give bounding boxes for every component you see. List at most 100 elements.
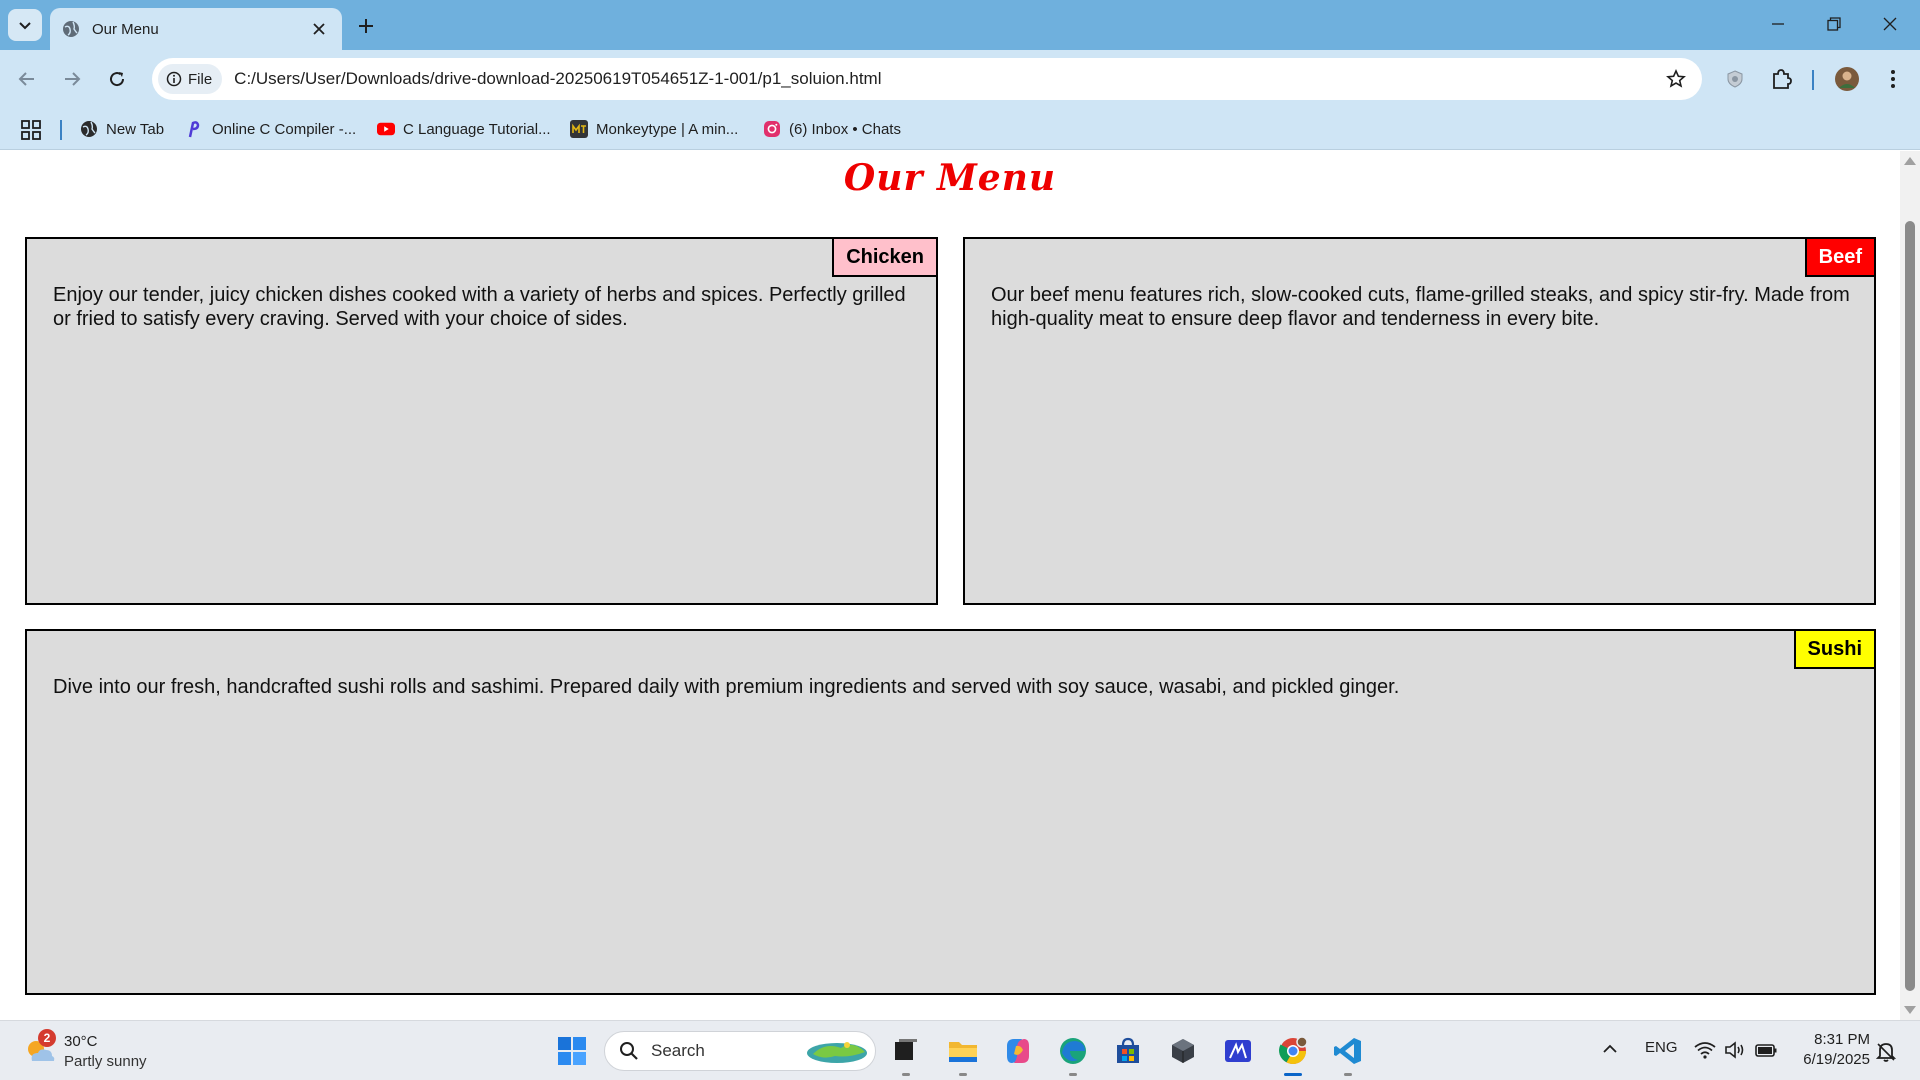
- wifi-icon[interactable]: [1694, 1041, 1716, 1059]
- chevron-up-icon[interactable]: [1602, 1043, 1618, 1055]
- bookmark-star-button[interactable]: [1658, 61, 1694, 97]
- bookmarks-bar: New Tab Online C Compiler -... C Languag…: [0, 108, 1920, 150]
- restore-icon: [1827, 17, 1841, 31]
- weather-badge: 2: [38, 1029, 56, 1047]
- close-icon: [1883, 17, 1897, 31]
- weather-description: Partly sunny: [64, 1053, 147, 1070]
- shield-extension-button[interactable]: [1718, 62, 1752, 96]
- start-button[interactable]: [551, 1030, 593, 1072]
- page-viewport: Our Menu Chicken Enjoy our tender, juicy…: [0, 151, 1900, 1020]
- browser-menu-button[interactable]: [1876, 62, 1910, 96]
- notes-app-button[interactable]: [1217, 1030, 1259, 1072]
- compiler-icon: [186, 120, 204, 138]
- microsoft-store-button[interactable]: [1107, 1030, 1149, 1072]
- bookmark-monkeytype[interactable]: Monkeytype | A min...: [570, 118, 738, 140]
- close-window-button[interactable]: [1868, 8, 1912, 40]
- more-vertical-icon: [1891, 70, 1895, 88]
- new-tab-button[interactable]: [352, 12, 380, 40]
- bookmark-instagram-inbox[interactable]: (6) Inbox • Chats: [763, 118, 901, 140]
- search-highlight-icon: [807, 1042, 867, 1063]
- globe-icon: [63, 21, 79, 37]
- page-title: Our Menu: [843, 157, 1057, 199]
- clock-time[interactable]: 8:31 PM: [1792, 1031, 1870, 1048]
- forward-button[interactable]: [55, 62, 89, 96]
- arrow-right-icon: [65, 72, 81, 86]
- address-bar[interactable]: File C:/Users/User/Downloads/drive-downl…: [152, 58, 1702, 100]
- plus-icon: [359, 19, 373, 33]
- app-running-indicator: [1069, 1073, 1077, 1076]
- app-active-indicator: [1284, 1073, 1302, 1076]
- battery-icon[interactable]: [1754, 1041, 1778, 1059]
- extensions-button[interactable]: [1764, 62, 1798, 96]
- language-indicator[interactable]: ENG: [1645, 1039, 1678, 1056]
- bookmark-online-c-compiler[interactable]: Online C Compiler -...: [186, 118, 356, 140]
- menu-card-chicken: Chicken Enjoy our tender, juicy chicken …: [25, 237, 938, 605]
- bookmark-c-language-tutorial[interactable]: C Language Tutorial...: [377, 118, 551, 140]
- file-chip-label: File: [188, 70, 213, 88]
- globe-icon: [80, 120, 98, 138]
- taskbar: 2 30°C Partly sunny Search ENG 8:31 PM 6…: [0, 1020, 1920, 1080]
- bookmarks-divider: [60, 120, 62, 140]
- vscode-button[interactable]: [1327, 1030, 1369, 1076]
- instagram-icon: [763, 120, 781, 138]
- taskbar-search[interactable]: Search: [604, 1031, 876, 1071]
- card-badge-beef: Beef: [1804, 237, 1876, 277]
- avatar: [1835, 67, 1859, 91]
- apps-grid-icon[interactable]: [20, 119, 42, 141]
- site-info-chip[interactable]: File: [158, 64, 223, 94]
- reload-button[interactable]: [100, 62, 134, 96]
- weather-widget[interactable]: 2 30°C Partly sunny: [24, 1029, 164, 1073]
- tab-search-button[interactable]: [8, 9, 42, 41]
- unity-button[interactable]: [1162, 1030, 1204, 1072]
- card-description: Enjoy our tender, juicy chicken dishes c…: [53, 284, 906, 330]
- chrome-icon: [1279, 1036, 1308, 1065]
- file-explorer-button[interactable]: [942, 1030, 984, 1076]
- search-label: Search: [651, 1041, 705, 1060]
- star-icon: [1666, 69, 1686, 88]
- card-description: Dive into our fresh, handcrafted sushi r…: [53, 676, 1400, 698]
- edge-button[interactable]: [1052, 1030, 1094, 1076]
- chrome-button[interactable]: [1272, 1030, 1314, 1076]
- card-badge-chicken: Chicken: [832, 237, 938, 277]
- browser-toolbar: File C:/Users/User/Downloads/drive-downl…: [0, 50, 1920, 108]
- arrow-left-icon: [18, 72, 34, 86]
- edge-icon: [1060, 1038, 1086, 1064]
- bookmark-label: (6) Inbox • Chats: [789, 120, 901, 138]
- tab-our-menu[interactable]: Our Menu: [50, 8, 342, 50]
- bookmark-label: C Language Tutorial...: [403, 120, 551, 138]
- task-view-button[interactable]: [885, 1030, 927, 1076]
- minimize-button[interactable]: [1756, 8, 1800, 40]
- bookmark-new-tab[interactable]: New Tab: [80, 118, 164, 140]
- toolbar-divider: [1812, 70, 1814, 90]
- url-text[interactable]: C:/Users/User/Downloads/drive-download-2…: [234, 69, 1658, 89]
- shield-icon: [1727, 70, 1743, 88]
- app-running-indicator: [959, 1073, 967, 1076]
- profile-button[interactable]: [1830, 62, 1864, 96]
- search-icon: [620, 1042, 638, 1060]
- back-button[interactable]: [10, 62, 44, 96]
- app-running-indicator: [902, 1073, 910, 1076]
- copilot-icon: [1007, 1039, 1029, 1063]
- menu-card-sushi: Sushi Dive into our fresh, handcrafted s…: [25, 629, 1876, 995]
- restore-button[interactable]: [1812, 8, 1856, 40]
- app-running-indicator: [1344, 1073, 1352, 1076]
- chevron-down-icon: [19, 22, 31, 30]
- scrollbar-thumb[interactable]: [1905, 221, 1915, 991]
- minimize-icon: [1772, 23, 1784, 25]
- youtube-icon: [377, 120, 395, 138]
- tab-strip: Our Menu: [0, 0, 1920, 50]
- card-description: Our beef menu features rich, slow-cooked…: [991, 284, 1850, 330]
- monkeytype-icon: [570, 120, 588, 138]
- menu-card-beef: Beef Our beef menu features rich, slow-c…: [963, 237, 1876, 605]
- clock-date[interactable]: 6/19/2025: [1792, 1051, 1870, 1068]
- scroll-up-arrow-icon[interactable]: [1904, 157, 1916, 165]
- copilot-button[interactable]: [997, 1030, 1039, 1072]
- bookmark-label: New Tab: [106, 120, 165, 138]
- scroll-down-arrow-icon[interactable]: [1904, 1006, 1916, 1014]
- puzzle-icon: [1773, 69, 1792, 89]
- notification-bell-icon[interactable]: [1876, 1041, 1896, 1063]
- volume-icon[interactable]: [1724, 1041, 1746, 1059]
- tab-close-icon[interactable]: [308, 18, 330, 40]
- page-scrollbar[interactable]: [1900, 151, 1920, 1020]
- store-icon: [1117, 1037, 1139, 1063]
